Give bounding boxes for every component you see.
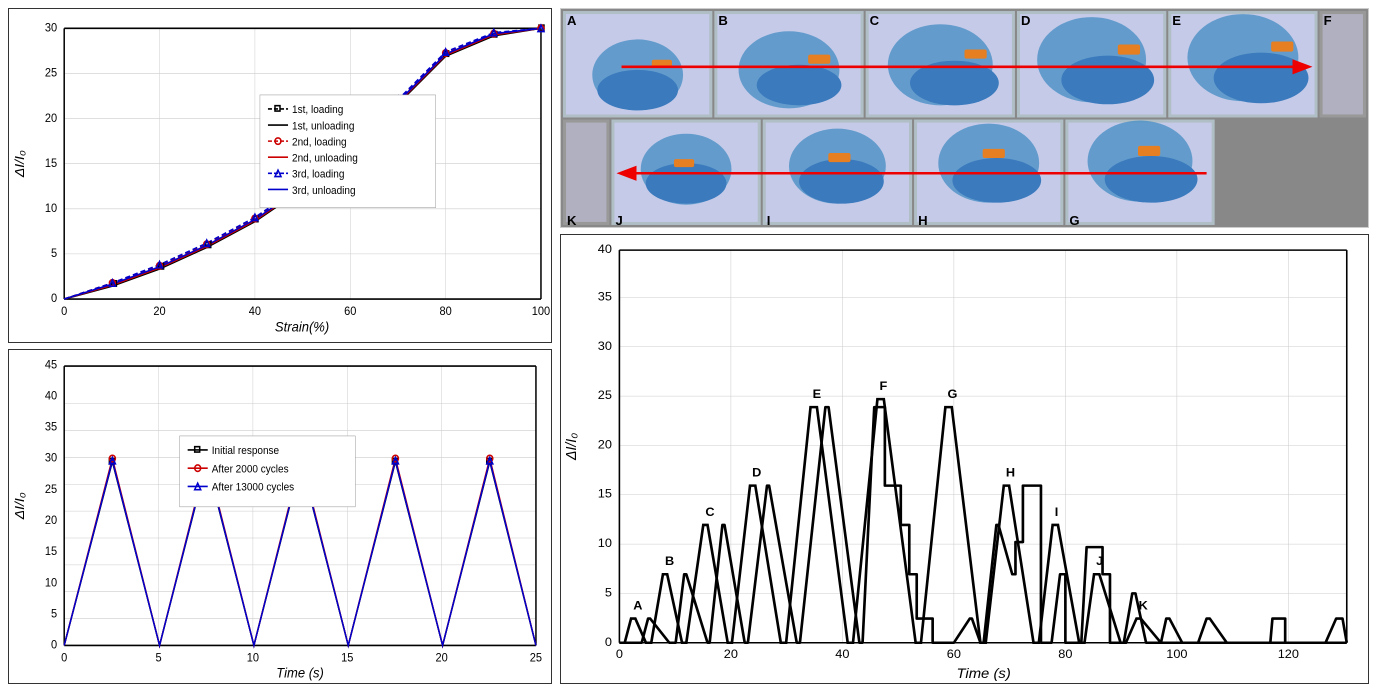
svg-text:Time (s): Time (s) [276,665,324,680]
svg-text:80: 80 [1058,647,1072,661]
svg-text:10: 10 [45,577,57,589]
svg-text:After 2000 cycles: After 2000 cycles [212,464,289,475]
svg-text:Strain(%): Strain(%) [275,319,329,334]
svg-text:0: 0 [51,293,57,305]
svg-text:H: H [1006,466,1015,480]
svg-text:3rd, loading: 3rd, loading [292,169,345,180]
svg-text:Initial response: Initial response [212,446,280,457]
svg-text:K: K [1139,599,1148,613]
svg-text:After 13000 cycles: After 13000 cycles [212,482,294,493]
svg-text:2nd, loading: 2nd, loading [292,137,347,148]
svg-text:45: 45 [45,359,57,371]
svg-text:G: G [948,387,958,401]
svg-text:5: 5 [605,586,612,600]
svg-text:10: 10 [598,536,612,550]
svg-text:0: 0 [51,639,57,651]
svg-text:30: 30 [45,452,57,464]
svg-text:10: 10 [45,203,57,215]
svg-text:10: 10 [247,652,259,664]
svg-text:0: 0 [61,652,67,664]
durability-chart: 0 5 10 15 20 25 30 35 40 45 0 5 10 15 20… [8,349,552,684]
svg-text:100: 100 [532,306,550,318]
svg-text:ΔI/I₀: ΔI/I₀ [12,492,26,520]
svg-text:F: F [1324,13,1332,28]
svg-text:15: 15 [598,487,612,501]
svg-text:20: 20 [45,112,57,124]
svg-text:30: 30 [45,22,57,34]
svg-text:3rd, unloading: 3rd, unloading [292,185,356,196]
svg-text:20: 20 [598,438,612,452]
svg-text:15: 15 [45,158,57,170]
svg-text:J: J [1096,555,1103,569]
svg-text:30: 30 [598,339,612,353]
svg-text:G: G [1069,213,1079,227]
svg-text:15: 15 [341,652,353,664]
svg-text:B: B [718,13,727,28]
svg-text:40: 40 [45,390,57,402]
svg-text:H: H [918,213,927,227]
svg-text:5: 5 [51,248,57,260]
svg-text:15: 15 [45,546,57,558]
svg-text:25: 25 [598,388,612,402]
svg-text:1st, loading: 1st, loading [292,105,343,116]
svg-text:25: 25 [45,67,57,79]
svg-text:5: 5 [51,608,57,620]
svg-text:60: 60 [947,647,961,661]
finger-bending-chart: 0 5 10 15 20 25 30 35 40 0 20 40 60 80 1… [560,234,1369,684]
svg-text:0: 0 [616,647,623,661]
svg-text:20: 20 [724,647,738,661]
svg-text:ΔI/I₀: ΔI/I₀ [564,433,580,461]
svg-text:35: 35 [45,421,57,433]
svg-text:C: C [705,505,714,519]
svg-text:F: F [880,379,888,393]
svg-text:25: 25 [45,484,57,496]
svg-text:40: 40 [835,647,849,661]
svg-text:2nd, unloading: 2nd, unloading [292,153,358,164]
svg-text:C: C [870,13,880,28]
svg-text:0: 0 [61,306,67,318]
svg-text:D: D [752,466,761,480]
svg-text:E: E [1172,13,1181,28]
svg-text:A: A [567,13,577,28]
svg-text:120: 120 [1278,647,1299,661]
svg-text:Time (s): Time (s) [956,666,1010,682]
svg-text:80: 80 [439,306,451,318]
hand-images-panel: A B C D [560,8,1369,228]
svg-text:20: 20 [153,306,165,318]
svg-text:60: 60 [344,306,356,318]
svg-text:A: A [633,599,642,613]
svg-text:I: I [767,213,771,227]
svg-text:I: I [1055,505,1059,519]
svg-text:1st, unloading: 1st, unloading [292,121,355,132]
svg-text:5: 5 [155,652,161,664]
svg-text:ΔI/I₀: ΔI/I₀ [12,150,26,178]
svg-text:D: D [1021,13,1030,28]
left-panel: 0 5 10 15 20 25 30 0 20 40 60 80 100 Str… [0,0,560,692]
svg-text:25: 25 [530,652,542,664]
svg-text:40: 40 [598,242,612,256]
strain-chart: 0 5 10 15 20 25 30 0 20 40 60 80 100 Str… [8,8,552,343]
svg-text:20: 20 [435,652,447,664]
svg-text:35: 35 [598,290,612,304]
svg-text:40: 40 [249,306,261,318]
svg-text:100: 100 [1166,647,1187,661]
svg-text:E: E [813,387,821,401]
svg-text:B: B [665,555,674,569]
svg-text:0: 0 [605,635,612,649]
svg-text:J: J [615,213,622,227]
right-panel: A B C D [560,0,1377,692]
svg-text:K: K [567,213,577,227]
svg-text:20: 20 [45,515,57,527]
